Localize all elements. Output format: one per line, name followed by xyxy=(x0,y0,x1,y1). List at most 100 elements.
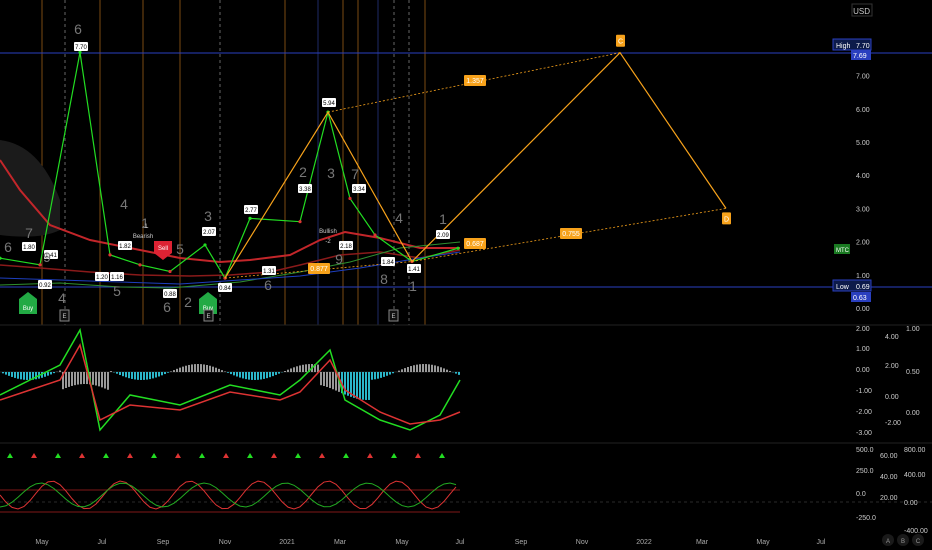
time-tick-label: May xyxy=(35,539,49,546)
chart-canvas: C D 1.357 0.687 0.755 0.877 7.70 5.94 3.38 3.34 2… xyxy=(0,0,932,546)
price-label: 2.18 xyxy=(340,244,352,250)
osc1-tick-label: -1.00 xyxy=(856,388,872,395)
osc1-tick-label: 0.00 xyxy=(856,367,870,374)
osc1-right-tick-label: 2.00 xyxy=(885,363,899,370)
wave-count: 4 xyxy=(58,290,66,306)
buy-signal-label: Buy xyxy=(23,306,33,312)
osc2-signal-triangle xyxy=(7,453,13,458)
pattern-ratio-label: 0.755 xyxy=(562,231,580,238)
osc2-signal-triangle xyxy=(199,453,205,458)
currency-label: USD xyxy=(853,7,870,16)
osc2-signal-triangle xyxy=(151,453,157,458)
time-tick-label: Mar xyxy=(696,539,709,546)
pattern-ratio-label: 0.877 xyxy=(310,266,328,273)
osc2-tick-label: 500.0 xyxy=(856,447,874,454)
osc2-signal-triangle xyxy=(343,453,349,458)
price-label: 1.84 xyxy=(382,260,394,266)
price-point xyxy=(348,196,352,201)
price-label: 1.82 xyxy=(119,244,131,250)
osc1-tick-label: 2.00 xyxy=(856,326,870,333)
osc2-signal-triangle xyxy=(319,453,325,458)
wave-count: 6 xyxy=(74,21,82,37)
osc2-signal-triangle xyxy=(79,453,85,458)
price-tick-label: 1.00 xyxy=(856,273,870,280)
osc2-right-tick-label: -400.00 xyxy=(904,528,928,535)
sell-signal-label: Sell xyxy=(158,246,168,252)
price-label: 1.80 xyxy=(23,245,35,251)
time-tick-label: May xyxy=(756,539,770,546)
price-tick-label: 4.00 xyxy=(856,173,870,180)
bearish-number: -1 xyxy=(142,224,148,230)
price-series xyxy=(0,50,460,280)
price-label: 1.31 xyxy=(263,269,275,275)
last-value-b: 0.63 xyxy=(853,295,867,302)
osc2-signal-triangle xyxy=(175,453,181,458)
osc1-right-tick-label: 4.00 xyxy=(885,334,899,341)
time-tick-label: Sep xyxy=(515,539,528,546)
e-marker-label: E xyxy=(206,314,210,320)
high-label: High xyxy=(836,43,851,50)
osc2-signal-triangle xyxy=(31,453,37,458)
osc2-signal-triangle xyxy=(247,453,253,458)
osc2-tick-label: 250.0 xyxy=(856,468,874,475)
price-label: 3.38 xyxy=(299,187,311,193)
osc2-tick-label: 0.0 xyxy=(856,491,866,498)
e-marker-label: E xyxy=(62,314,66,320)
shaded-band-area xyxy=(0,140,60,237)
harmonic-pattern: C D 1.357 0.687 0.755 0.877 xyxy=(224,34,731,279)
time-axis: May Jul Sep Nov 2021 Mar May Jul Sep Nov 2022 Mar Ma… xyxy=(35,539,826,546)
bottom-button-label: C xyxy=(916,539,921,545)
high-value: 7.70 xyxy=(856,43,870,50)
wave-count: 3 xyxy=(204,208,212,224)
price-point xyxy=(78,50,82,54)
wave-count: 2 xyxy=(299,164,307,180)
signal-markers: Buy BuySellE E E-1BearishBullish-2 xyxy=(19,224,399,322)
wave-count: 7 xyxy=(25,225,33,241)
osc2-signal-triangle xyxy=(367,453,373,458)
osc2-mid-tick-label: 40.00 xyxy=(880,474,898,481)
osc2-signal-triangle xyxy=(103,453,109,458)
time-tick-label: Nov xyxy=(576,539,589,546)
price-point xyxy=(168,269,172,274)
bottom-button-label: A xyxy=(886,539,890,545)
price-label: 2.09 xyxy=(437,233,449,239)
wave-count: 8 xyxy=(380,271,388,287)
time-tick-label: Nov xyxy=(219,539,232,546)
price-point xyxy=(138,263,142,267)
wave-count: 6 xyxy=(163,299,171,315)
bullish-label: Bullish xyxy=(319,229,337,235)
price-point xyxy=(203,243,207,247)
ma-blue xyxy=(0,251,461,285)
price-label: 3.34 xyxy=(353,187,365,193)
price-label: 2.07 xyxy=(203,230,215,236)
price-line xyxy=(0,52,459,280)
osc2-mid-tick-label: 20.00 xyxy=(880,495,898,502)
time-tick-label: Jul xyxy=(456,539,465,546)
bottom-buttons: A B C xyxy=(882,534,924,546)
wave-count: 1 xyxy=(439,211,447,227)
price-label: 0.84 xyxy=(219,286,231,292)
price-point xyxy=(298,220,302,224)
time-tick-label: 2021 xyxy=(279,539,295,546)
price-point xyxy=(108,253,112,257)
price-label: 1.41 xyxy=(408,267,420,273)
wave-count: 3 xyxy=(327,165,335,181)
wave-count: 7 xyxy=(351,166,359,182)
bearish-label: Bearish xyxy=(133,234,153,240)
osc2-signal-triangle xyxy=(271,453,277,458)
osc2-signal-triangle xyxy=(391,453,397,458)
osc2-signal-triangle xyxy=(415,453,421,458)
osc2-signal-triangle xyxy=(55,453,61,458)
wave-count: 4 xyxy=(120,196,128,212)
osc2-right-tick-label: 800.00 xyxy=(904,447,926,454)
pattern-ratio-label: 1.357 xyxy=(466,78,484,85)
price-label: 7.70 xyxy=(75,45,87,51)
osc1-right-tick-label: 0.50 xyxy=(906,369,920,376)
time-tick-label: Sep xyxy=(157,539,170,546)
price-point xyxy=(248,216,252,220)
pattern-ratio-label: 0.687 xyxy=(466,241,484,248)
osc1-right-tick-label: 0.00 xyxy=(885,394,899,401)
price-tick-label: 3.00 xyxy=(856,206,870,213)
bottom-button-label: B xyxy=(901,539,905,545)
wave-count: 2 xyxy=(184,294,192,310)
